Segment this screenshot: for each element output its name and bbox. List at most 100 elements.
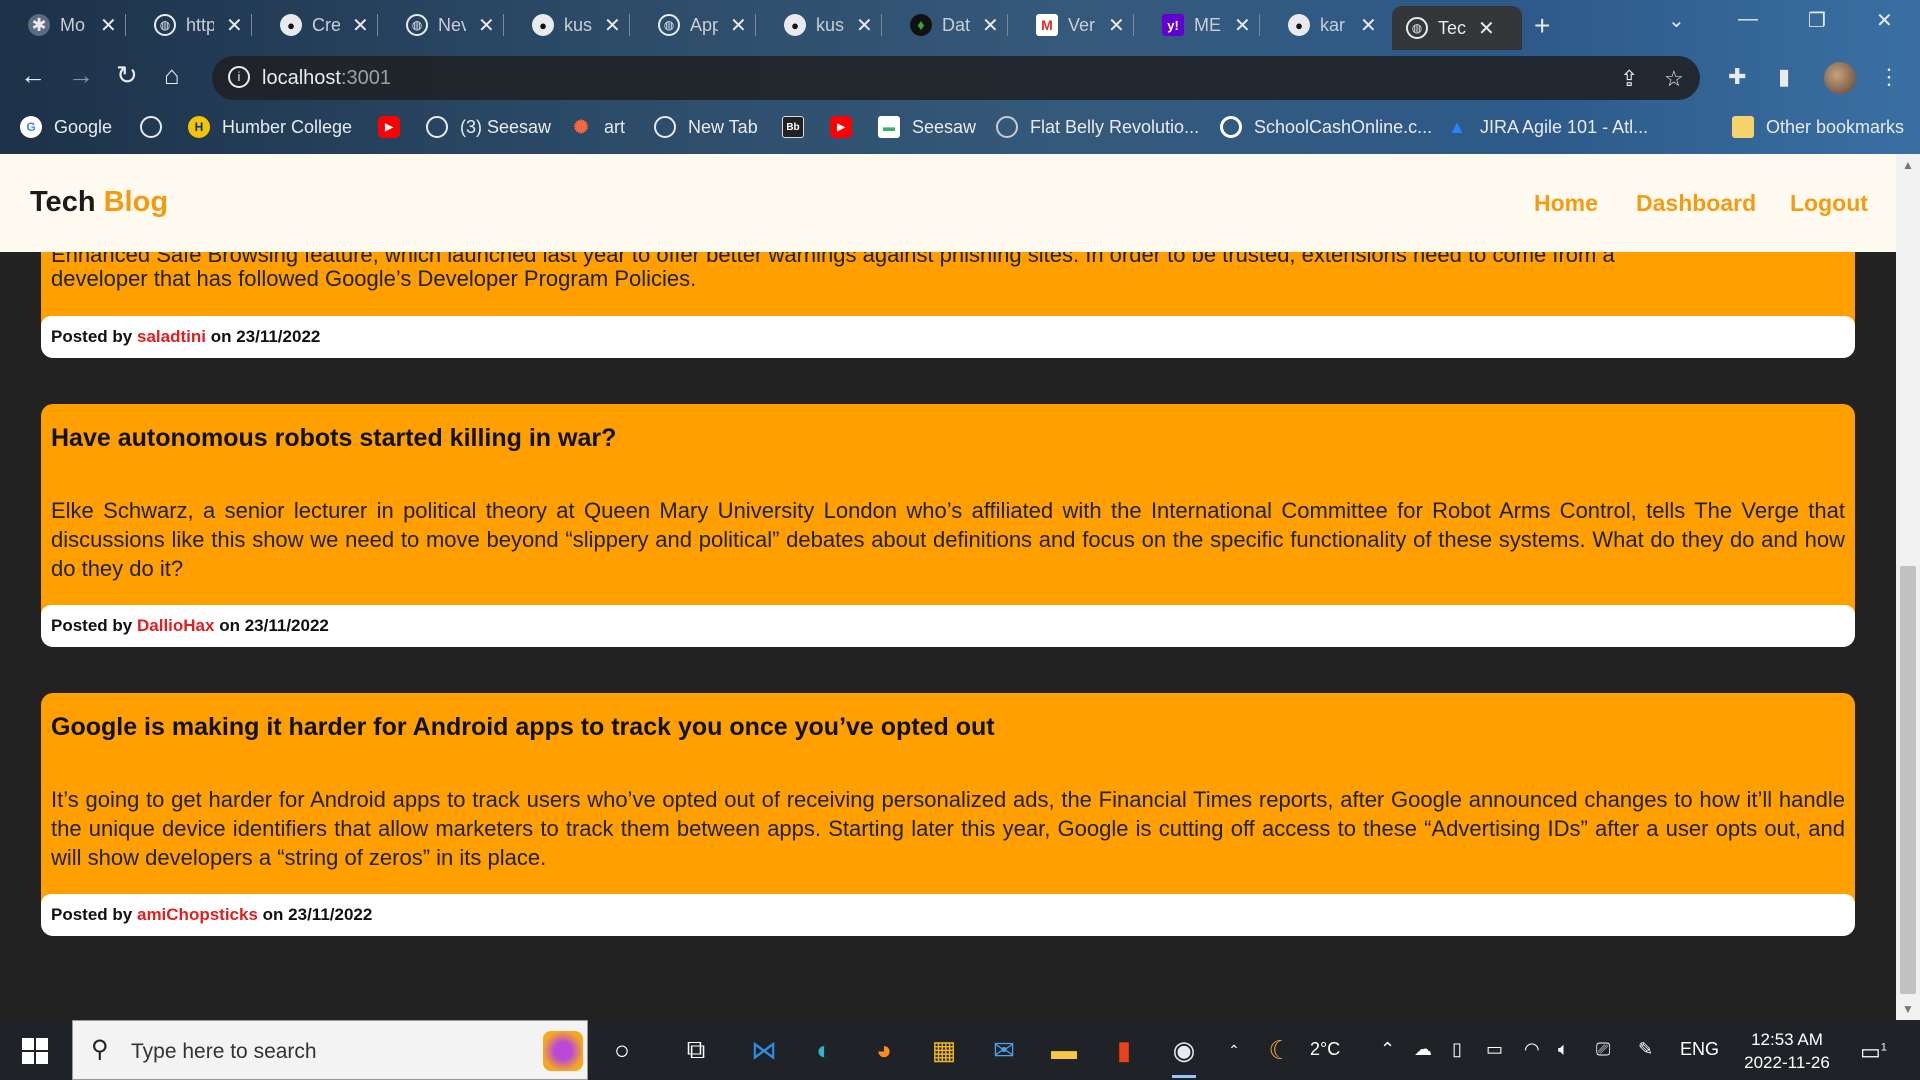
- close-icon[interactable]: ✕: [1234, 13, 1251, 38]
- bookmarks-bar: G Google H Humber College ▶ (3) Seesaw ✺ ar…: [0, 106, 1920, 154]
- post-title[interactable]: Have autonomous robots started killing i…: [51, 424, 616, 453]
- close-icon[interactable]: ✕: [226, 13, 243, 38]
- tab-5[interactable]: ● kus ✕: [518, 8, 630, 42]
- notification-icon[interactable]: ▭1: [1860, 1039, 1887, 1065]
- onedrive-icon[interactable]: ☁: [1414, 1039, 1432, 1060]
- mail-icon[interactable]: ✉: [986, 1032, 1022, 1068]
- tab-search-icon[interactable]: ⌄: [1668, 8, 1685, 33]
- tab-9[interactable]: M Veri ✕: [1022, 8, 1134, 42]
- weather-temp[interactable]: 2°C: [1310, 1039, 1340, 1060]
- post-author[interactable]: saladtini: [137, 327, 206, 346]
- bookmark-youtube[interactable]: ▶: [378, 116, 412, 138]
- tab-1[interactable]: ✱ Mo ✕: [14, 8, 126, 42]
- vscode-icon[interactable]: ⋈: [746, 1032, 782, 1068]
- close-window-button[interactable]: ✕: [1876, 8, 1893, 33]
- close-icon[interactable]: ✕: [856, 13, 873, 38]
- posted-by-label: Posted by: [51, 616, 133, 635]
- bookmark-schoolcash[interactable]: SchoolCashOnline.c...: [1220, 116, 1432, 138]
- close-icon[interactable]: ✕: [604, 13, 621, 38]
- star-icon[interactable]: ☆: [1664, 66, 1684, 92]
- side-panel-icon[interactable]: ▮: [1778, 64, 1790, 90]
- bookmark-blackboard[interactable]: Bb: [782, 116, 816, 138]
- tab-2[interactable]: ◍ http ✕: [140, 8, 252, 42]
- nav-dashboard[interactable]: Dashboard: [1636, 190, 1756, 217]
- bookmark-google[interactable]: G Google: [20, 116, 112, 138]
- tab-7[interactable]: ● kus ✕: [770, 8, 882, 42]
- tab-active[interactable]: ◍ Tecl ✕: [1392, 6, 1522, 50]
- extensions-icon[interactable]: ✚: [1728, 64, 1746, 90]
- volume-icon[interactable]: 🔈︎: [1558, 1039, 1569, 1060]
- avatar[interactable]: [1824, 62, 1856, 94]
- url-text[interactable]: localhost:3001: [262, 67, 391, 90]
- nav-home[interactable]: Home: [1534, 190, 1598, 217]
- bookmark-seesaw[interactable]: ▬ Seesaw: [878, 116, 976, 138]
- bookmark-flat-belly[interactable]: Flat Belly Revolutio...: [996, 116, 1199, 138]
- close-icon[interactable]: ✕: [478, 13, 495, 38]
- site-info-icon[interactable]: i: [228, 66, 250, 88]
- tab-8[interactable]: ♦ Dat ✕: [896, 8, 1008, 42]
- bookmark-seesaw-3[interactable]: (3) Seesaw: [426, 116, 551, 138]
- other-bookmarks[interactable]: Other bookmarks: [1732, 116, 1904, 138]
- firefox-icon[interactable]: ◕: [866, 1032, 902, 1068]
- youtube-icon: ▶: [830, 116, 852, 138]
- language-indicator[interactable]: ENG: [1680, 1039, 1719, 1060]
- close-icon[interactable]: ✕: [982, 13, 999, 38]
- task-view-icon[interactable]: ⧉: [678, 1032, 714, 1068]
- close-icon[interactable]: ✕: [1108, 13, 1125, 38]
- tab-4[interactable]: ◍ Nev ✕: [392, 8, 504, 42]
- taskbar-search[interactable]: ⚲ Type here to search: [72, 1020, 588, 1080]
- meet-icon[interactable]: ⎚: [1596, 1039, 1610, 1060]
- page-scrollbar[interactable]: ▲ ▼: [1896, 154, 1920, 1020]
- scrollbar-thumb[interactable]: [1900, 566, 1916, 994]
- bookmark-globe[interactable]: [140, 116, 174, 138]
- clock[interactable]: 12:53 AM 2022-11-26: [1732, 1028, 1842, 1074]
- site-logo[interactable]: Tech Blog: [30, 186, 168, 219]
- search-placeholder: Type here to search: [131, 1040, 317, 1063]
- pen-icon[interactable]: ✎: [1638, 1039, 1653, 1060]
- minimize-button[interactable]: —: [1738, 8, 1758, 31]
- tab-11[interactable]: ● kar ✕: [1274, 8, 1386, 42]
- show-hidden-icons[interactable]: ⌃: [1380, 1039, 1395, 1060]
- store-icon[interactable]: ▦: [926, 1032, 962, 1068]
- chrome-icon[interactable]: ◉: [1166, 1032, 1202, 1078]
- battery-icon[interactable]: ▭: [1486, 1039, 1503, 1060]
- close-icon[interactable]: ✕: [1360, 13, 1377, 38]
- edge-icon[interactable]: ◐: [806, 1032, 842, 1068]
- wifi-icon[interactable]: ◠: [1524, 1039, 1540, 1060]
- weather-icon[interactable]: ☾: [1262, 1032, 1298, 1068]
- bookmark-youtube-2[interactable]: ▶: [830, 116, 864, 138]
- bookmark-humber[interactable]: H Humber College: [188, 116, 352, 138]
- share-icon[interactable]: ⇪: [1620, 66, 1638, 92]
- tab-3[interactable]: ● Cre ✕: [266, 8, 378, 42]
- tab-10[interactable]: y! ME ✕: [1148, 8, 1260, 42]
- tab-6[interactable]: ◍ App ✕: [644, 8, 756, 42]
- back-arrow-icon[interactable]: ←: [20, 60, 46, 91]
- microphone-icon[interactable]: ▯: [1452, 1039, 1462, 1060]
- close-icon[interactable]: ✕: [352, 13, 369, 38]
- nav-logout[interactable]: Logout: [1790, 190, 1868, 217]
- tab-title: Tecl: [1438, 17, 1466, 38]
- home-icon[interactable]: ⌂: [164, 60, 180, 91]
- close-icon[interactable]: ✕: [100, 13, 117, 38]
- new-tab-button[interactable]: +: [1534, 10, 1550, 42]
- reload-icon[interactable]: ↻: [116, 60, 138, 91]
- scroll-down-icon[interactable]: ▼: [1902, 1002, 1914, 1016]
- windows-start-icon[interactable]: [22, 1038, 48, 1064]
- address-bar[interactable]: i localhost:3001 ⇪ ☆: [212, 56, 1700, 100]
- bookmark-jira[interactable]: ▲ JIRA Agile 101 - Atl...: [1446, 116, 1648, 138]
- office-icon[interactable]: ▮: [1106, 1032, 1142, 1068]
- bookmark-new-tab[interactable]: New Tab: [654, 116, 758, 138]
- post-author[interactable]: amiChopsticks: [137, 905, 258, 924]
- close-icon[interactable]: ✕: [730, 13, 747, 38]
- cortana-icon[interactable]: ○: [604, 1032, 640, 1068]
- close-icon[interactable]: ✕: [1478, 16, 1495, 41]
- scroll-up-icon[interactable]: ▲: [1902, 158, 1914, 172]
- forward-arrow-icon[interactable]: →: [68, 60, 94, 91]
- post-title[interactable]: Google is making it harder for Android a…: [51, 713, 995, 742]
- post-author[interactable]: DallioHax: [137, 616, 214, 635]
- file-explorer-icon[interactable]: ▬: [1046, 1032, 1082, 1068]
- restore-button[interactable]: ❐: [1808, 8, 1826, 33]
- chevron-icon[interactable]: ⌃: [1216, 1032, 1252, 1068]
- menu-icon[interactable]: ⋮: [1878, 64, 1900, 90]
- bookmark-art[interactable]: ✺ art: [570, 116, 625, 138]
